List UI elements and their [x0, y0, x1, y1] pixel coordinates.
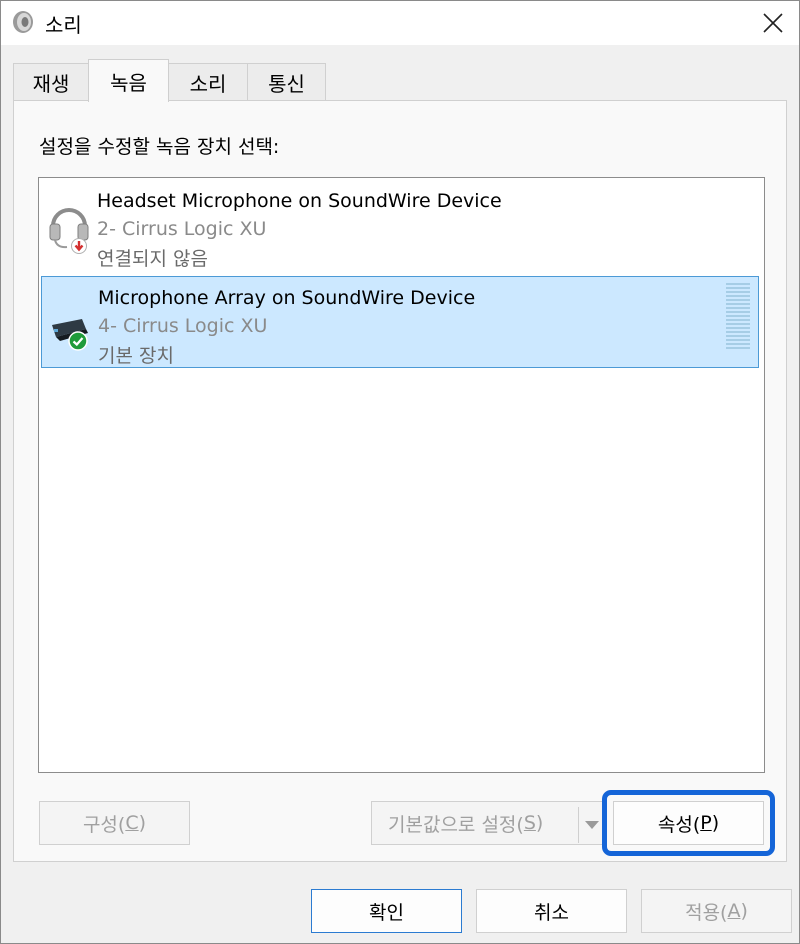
device-item-headset-microphone[interactable]: Headset Microphone on SoundWire Device 2…: [41, 180, 759, 272]
device-item-microphone-array[interactable]: Microphone Array on SoundWire Device 4- …: [41, 276, 759, 368]
tab-sounds[interactable]: 소리: [168, 63, 248, 101]
speaker-icon: [11, 10, 35, 34]
disconnected-badge-icon: [71, 238, 87, 254]
device-status: 연결되지 않음: [97, 248, 208, 270]
sound-dialog: 소리 재생 녹음 소리 통신 설정을 수정할 녹음 장치 선택: Headset…: [0, 0, 800, 944]
split-button-divider: [578, 807, 579, 843]
set-default-button[interactable]: 기본값으로 설정(S): [371, 801, 604, 845]
device-status: 기본 장치: [98, 345, 174, 367]
apply-button[interactable]: 적용(A): [641, 889, 792, 933]
tab-communications[interactable]: 통신: [247, 63, 326, 101]
ok-button[interactable]: 확인: [311, 889, 462, 933]
close-button[interactable]: [755, 5, 791, 41]
input-level-meter: [726, 283, 750, 351]
tab-playback[interactable]: 재생: [13, 63, 89, 101]
device-name: Headset Microphone on SoundWire Device: [97, 190, 502, 212]
configure-button[interactable]: 구성(C): [39, 801, 190, 845]
properties-button[interactable]: 속성(P): [613, 801, 764, 845]
cancel-button[interactable]: 취소: [476, 889, 627, 933]
recording-device-list[interactable]: Headset Microphone on SoundWire Device 2…: [38, 177, 765, 773]
chevron-down-icon: [585, 821, 599, 829]
window-title: 소리: [45, 13, 82, 37]
device-driver: 4- Cirrus Logic XU: [98, 315, 268, 337]
default-check-icon: [68, 331, 88, 351]
instruction-text: 설정을 수정할 녹음 장치 선택:: [39, 136, 280, 158]
set-default-dropdown[interactable]: [582, 813, 602, 837]
device-driver: 2- Cirrus Logic XU: [97, 218, 267, 240]
title-bar: 소리: [1, 1, 799, 45]
tab-recording[interactable]: 녹음: [88, 59, 169, 102]
close-icon: [763, 13, 783, 33]
device-name: Microphone Array on SoundWire Device: [98, 287, 476, 309]
